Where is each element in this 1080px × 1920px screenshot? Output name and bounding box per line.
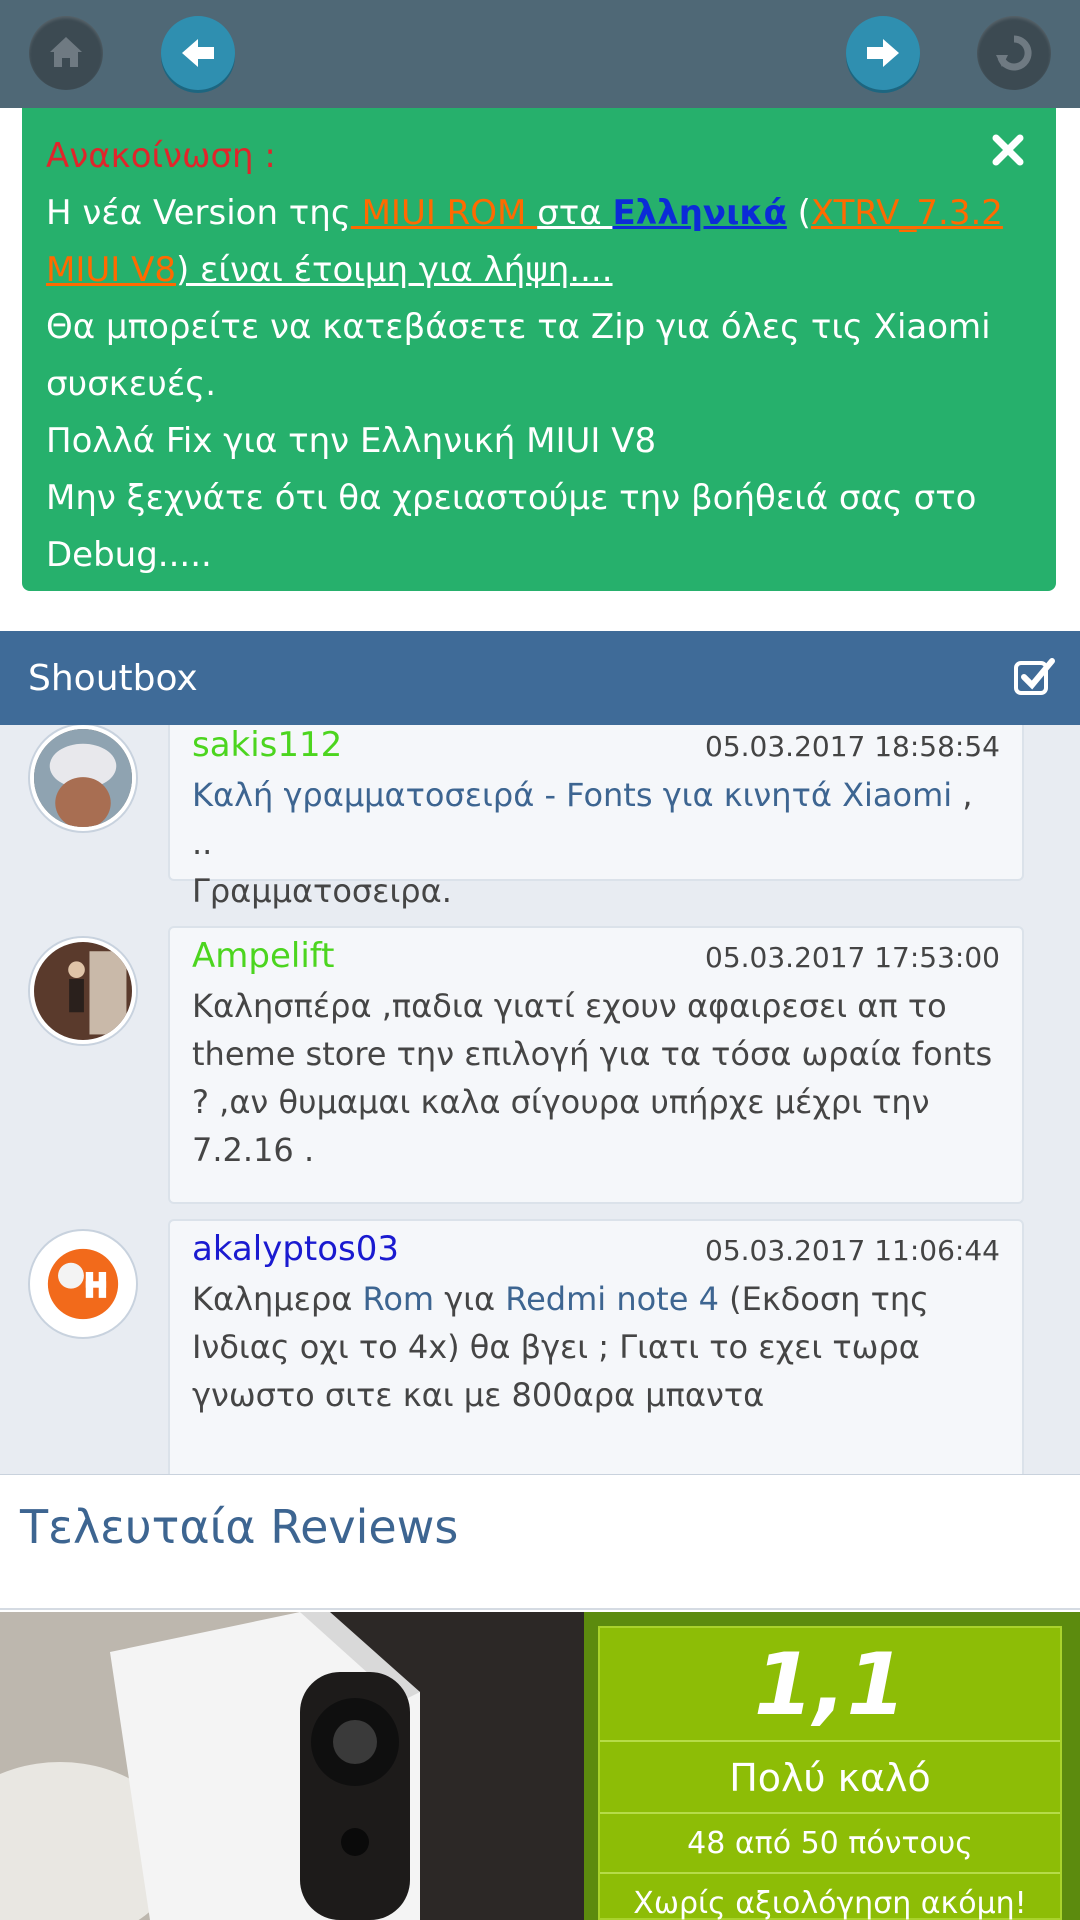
review-image[interactable] <box>0 1612 590 1920</box>
message-text-part: 7.2.16 . <box>192 1131 315 1169</box>
announcement-line: Θα μπορείτε να κατεβάσετε τα Zip για όλε… <box>46 307 991 347</box>
message-text-part: γνωστο σιτε και με 800αρα μπαντα <box>192 1376 765 1414</box>
message-text: Καλή γραμματοσειρά - Fonts για κινητά Xi… <box>192 771 1000 915</box>
announcement-title: Ανακοίνωση : <box>46 136 276 176</box>
avatar[interactable] <box>30 725 136 831</box>
refresh-icon <box>996 35 1032 71</box>
message-text-part: Καλησπέρα ,παδια γιατί εχουν αφαιρεσει α… <box>192 987 947 1025</box>
announcement-box: Ανακοίνωση : Η νέα Version της MIUI ROM … <box>22 108 1056 591</box>
message-bubble: sakis112 05.03.2017 18:58:54 Καλή γραμμα… <box>168 725 1024 910</box>
message-link[interactable]: Rom <box>363 1280 435 1318</box>
message-text-part: για <box>434 1280 506 1318</box>
message-text-part: (Εκδοση της <box>718 1280 929 1318</box>
announcement-line: MIUI V8) είναι έτοιμη για λήψη.... <box>46 242 1032 299</box>
divider <box>0 1608 1080 1610</box>
message-username[interactable]: Ampelift <box>192 936 334 976</box>
message-username[interactable]: sakis112 <box>192 725 342 765</box>
announcement-line: Η νέα Version της MIUI ROM στα Ελληνικά … <box>46 185 1032 242</box>
announcement-text: στα <box>537 193 613 233</box>
checkbox-icon[interactable] <box>1012 655 1056 699</box>
message-timestamp: 05.03.2017 18:58:54 <box>705 730 1000 763</box>
score-points: 48 από 50 πόντους <box>600 1814 1060 1874</box>
avatar[interactable] <box>30 1231 136 1337</box>
message-text-part: Καλημερα <box>192 1280 363 1318</box>
message-text: Καλημερα Rom για Redmi note 4 (Εκδοση τη… <box>192 1275 1000 1419</box>
score-value: 1,1 <box>600 1628 1060 1742</box>
score-card: 1,1 Πολύ καλό 48 από 50 πόντους Χωρίς αξ… <box>598 1626 1062 1920</box>
message-bubble: akalyptos03 05.03.2017 11:06:44 Καλημερα… <box>168 1219 1024 1474</box>
message-link[interactable]: Καλή γραμματοσειρά - Fonts για κινητά Xi… <box>192 776 952 814</box>
version-link[interactable]: MIUI V8 <box>46 250 176 290</box>
message-timestamp: 05.03.2017 11:06:44 <box>705 1234 1000 1267</box>
announcement-line: Πολλά Fix για την Ελληνική MIUI V8 <box>46 421 657 461</box>
announcement-text: ( <box>786 193 811 233</box>
message-text-part: Γραμματοσειρα. <box>192 872 452 910</box>
home-icon <box>50 37 82 67</box>
announcement-line: Debug..... <box>46 535 212 575</box>
top-toolbar <box>0 0 1080 108</box>
message-username[interactable]: akalyptos03 <box>192 1229 399 1269</box>
message-text-part: ? ,αν θυμαμαι καλα σίγουρα υπήρχε μέχρι … <box>192 1083 930 1121</box>
shoutbox-messages[interactable]: sakis112 05.03.2017 18:58:54 Καλή γραμμα… <box>0 725 1080 1475</box>
avatar[interactable] <box>30 938 136 1044</box>
score-label: Πολύ καλό <box>600 1742 1060 1814</box>
home-button[interactable] <box>29 16 103 90</box>
refresh-button[interactable] <box>977 16 1051 90</box>
score-note: Χωρίς αξιολόγηση ακόμη! <box>633 1886 1027 1920</box>
forward-arrow-icon <box>867 39 899 67</box>
version-link[interactable]: XTRV_7.3.2 <box>811 193 1003 233</box>
back-button[interactable] <box>161 16 235 90</box>
announcement-line: Μην ξεχνάτε ότι θα χρειαστούμε την βοήθε… <box>46 478 977 518</box>
forward-button[interactable] <box>846 16 920 90</box>
message-text: Καλησπέρα ,παδια γιατί εχουν αφαιρεσει α… <box>192 982 1000 1174</box>
review-score-panel[interactable]: 1,1 Πολύ καλό 48 από 50 πόντους Χωρίς αξ… <box>584 1612 1080 1920</box>
shoutbox-header: Shoutbox <box>0 631 1080 725</box>
download-ready-link[interactable]: ) είναι έτοιμη για λήψη.... <box>176 250 613 290</box>
message-text-part: Ινδιας οχι το 4x) θα βγει ; Γιατι το εχε… <box>192 1328 920 1366</box>
message-link[interactable]: Redmi note 4 <box>505 1280 719 1318</box>
announcement-text: Η νέα Version της <box>46 193 351 233</box>
miui-rom-link[interactable]: MIUI ROM <box>351 193 537 233</box>
announcement-line: συσκευές. <box>46 364 216 404</box>
greek-link[interactable]: Ελληνικά <box>612 193 786 233</box>
reviews-title: Τελευταία Reviews <box>20 1500 459 1554</box>
close-icon[interactable] <box>988 130 1028 170</box>
back-arrow-icon <box>182 39 214 67</box>
message-text-part: theme store την επιλογή για τα τόσα ωραί… <box>192 1035 993 1073</box>
shoutbox-title: Shoutbox <box>28 657 198 699</box>
message-timestamp: 05.03.2017 17:53:00 <box>705 941 1000 974</box>
message-bubble: Ampelift 05.03.2017 17:53:00 Καλησπέρα ,… <box>168 926 1024 1204</box>
